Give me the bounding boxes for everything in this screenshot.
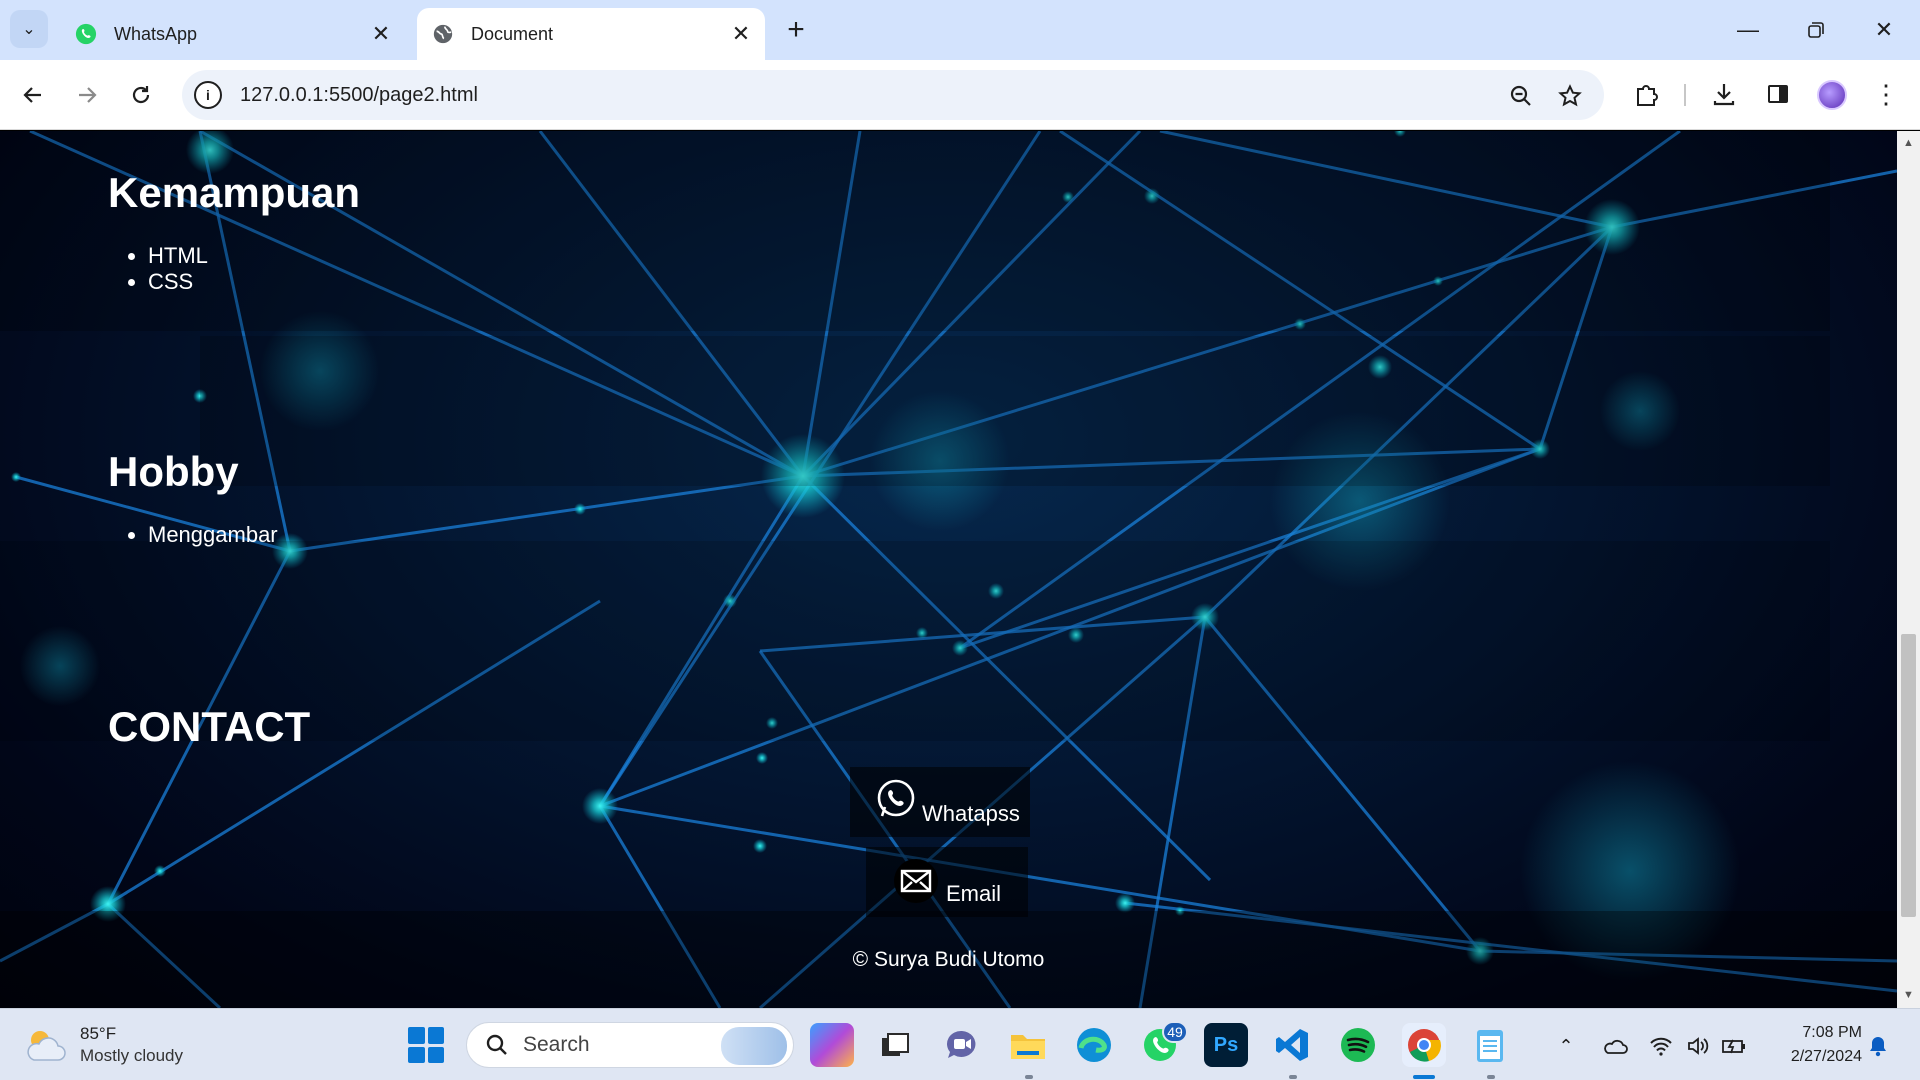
search-icon xyxy=(485,1033,509,1057)
browser-tab-strip: ⌄ WhatsApp ✕ Document ✕ + — ✕ xyxy=(0,0,1920,60)
minimize-button[interactable]: — xyxy=(1728,14,1768,46)
forward-button[interactable] xyxy=(68,76,106,114)
tab-search-button[interactable]: ⌄ xyxy=(10,10,48,48)
whatsapp-icon xyxy=(74,22,98,46)
whatsapp-icon xyxy=(877,779,915,817)
weather-widget[interactable]: 85°F Mostly cloudy xyxy=(24,1023,183,1067)
running-indicator xyxy=(1487,1075,1495,1079)
spotify-icon[interactable] xyxy=(1336,1023,1380,1067)
minimize-icon: — xyxy=(1737,17,1759,42)
restore-icon xyxy=(1808,22,1824,38)
wifi-icon[interactable] xyxy=(1648,1033,1674,1059)
scrollbar-thumb[interactable] xyxy=(1901,634,1916,917)
zoom-icon[interactable] xyxy=(1507,82,1535,110)
close-icon[interactable]: ✕ xyxy=(727,20,755,48)
reload-icon xyxy=(132,86,150,104)
extensions-button[interactable] xyxy=(1628,76,1664,112)
email-contact-button[interactable]: Email xyxy=(866,847,1028,917)
bookmark-star-icon[interactable] xyxy=(1556,82,1584,110)
clock-date: 2/27/2024 xyxy=(1790,1048,1862,1065)
puzzle-icon xyxy=(1637,85,1658,106)
running-indicator xyxy=(1289,1075,1297,1079)
skills-section-band xyxy=(0,131,1830,331)
chevron-up-icon[interactable]: ⌃ xyxy=(1553,1033,1579,1059)
skills-heading: Kemampuan xyxy=(108,169,361,216)
notepad-icon[interactable] xyxy=(1468,1023,1512,1067)
new-tab-button[interactable]: + xyxy=(780,13,812,48)
running-indicator xyxy=(1025,1075,1033,1079)
edge-browser-icon[interactable] xyxy=(1072,1023,1116,1067)
side-panel-icon xyxy=(1768,85,1788,103)
back-button[interactable] xyxy=(14,76,52,114)
notification-bell-icon[interactable] xyxy=(1868,1035,1888,1057)
onedrive-cloud-icon[interactable] xyxy=(1602,1033,1628,1059)
download-icon xyxy=(1713,84,1735,106)
file-explorer-icon[interactable] xyxy=(1006,1023,1050,1067)
start-button[interactable] xyxy=(408,1027,444,1063)
restore-button[interactable] xyxy=(1796,14,1836,46)
forward-arrow-icon xyxy=(79,87,97,103)
tab-title: WhatsApp xyxy=(114,23,198,44)
windows-logo-icon xyxy=(408,1027,425,1044)
profile-avatar[interactable] xyxy=(1817,80,1847,110)
plus-icon: + xyxy=(787,13,805,46)
back-arrow-icon xyxy=(23,87,41,103)
chevron-down-icon: ⌄ xyxy=(22,21,36,38)
battery-charging-icon[interactable] xyxy=(1721,1033,1747,1059)
side-panel-button[interactable] xyxy=(1760,76,1796,112)
weather-temperature: 85°F xyxy=(80,1024,117,1043)
tab-title: Document xyxy=(471,23,554,44)
mail-icon xyxy=(894,859,938,903)
tab-whatsapp[interactable]: WhatsApp ✕ xyxy=(60,8,405,60)
close-icon[interactable]: ✕ xyxy=(367,20,395,48)
browser-toolbar: i 127.0.0.1:5500/page2.html ⋮ xyxy=(0,60,1920,130)
close-icon: ✕ xyxy=(1874,17,1894,42)
teams-chat-icon[interactable] xyxy=(940,1023,984,1067)
globe-icon xyxy=(431,22,455,46)
close-window-button[interactable]: ✕ xyxy=(1864,14,1904,46)
email-label: Email xyxy=(946,881,1002,906)
tab-document[interactable]: Document ✕ xyxy=(417,8,765,60)
system-clock[interactable]: 7:08 PM 2/27/2024 xyxy=(1762,1021,1862,1069)
photoshop-icon[interactable]: Ps xyxy=(1204,1023,1248,1067)
list-item: CSS xyxy=(148,269,208,295)
address-url[interactable]: 127.0.0.1:5500/page2.html xyxy=(240,84,478,107)
reload-button[interactable] xyxy=(122,76,160,114)
page-viewport: Kemampuan HTML CSS Hobby Menggambar CONT… xyxy=(0,131,1897,1008)
scroll-up-arrow-icon[interactable]: ▲ xyxy=(1902,137,1915,150)
hobby-heading: Hobby xyxy=(108,448,239,495)
weather-description: Mostly cloudy xyxy=(80,1046,183,1065)
taskbar-search[interactable]: Search xyxy=(466,1022,794,1068)
contact-heading: CONTACT xyxy=(108,703,311,750)
chrome-icon[interactable] xyxy=(1402,1023,1446,1067)
whatsapp-label: Whatapss xyxy=(922,801,1020,826)
downloads-button[interactable] xyxy=(1706,76,1742,112)
search-label: Search xyxy=(523,1033,590,1056)
footer-copyright: © Surya Budi Utomo xyxy=(852,948,1045,971)
more-vertical-icon: ⋮ xyxy=(1873,79,1899,109)
site-info-icon[interactable]: i xyxy=(194,81,222,109)
active-app-indicator xyxy=(1413,1075,1435,1079)
list-item: HTML xyxy=(148,243,208,269)
scroll-down-arrow-icon[interactable]: ▼ xyxy=(1902,989,1915,1002)
menu-button[interactable]: ⋮ xyxy=(1868,76,1904,112)
skills-list: HTML CSS xyxy=(148,243,208,295)
hobby-list: Menggambar xyxy=(148,522,278,548)
vscode-icon[interactable] xyxy=(1270,1023,1314,1067)
copilot-app-icon[interactable] xyxy=(810,1023,854,1067)
search-highlight-image xyxy=(721,1027,787,1065)
task-view-icon[interactable] xyxy=(873,1023,917,1067)
whatsapp-unread-badge: 49 xyxy=(1162,1021,1188,1043)
windows-taskbar: 85°F Mostly cloudy Search 49 Ps ⌃ 7:08 P… xyxy=(0,1008,1920,1080)
volume-icon[interactable] xyxy=(1685,1033,1711,1059)
list-item: Menggambar xyxy=(148,522,278,548)
whatsapp-contact-button[interactable]: Whatapss xyxy=(850,767,1030,837)
toolbar-divider xyxy=(1684,84,1686,106)
hobby-section-band xyxy=(200,336,1830,486)
partly-cloudy-icon xyxy=(24,1026,68,1064)
address-bar[interactable]: i 127.0.0.1:5500/page2.html xyxy=(182,70,1604,120)
page-scrollbar[interactable]: ▲ ▼ xyxy=(1897,131,1920,1008)
clock-time: 7:08 PM xyxy=(1802,1024,1862,1041)
